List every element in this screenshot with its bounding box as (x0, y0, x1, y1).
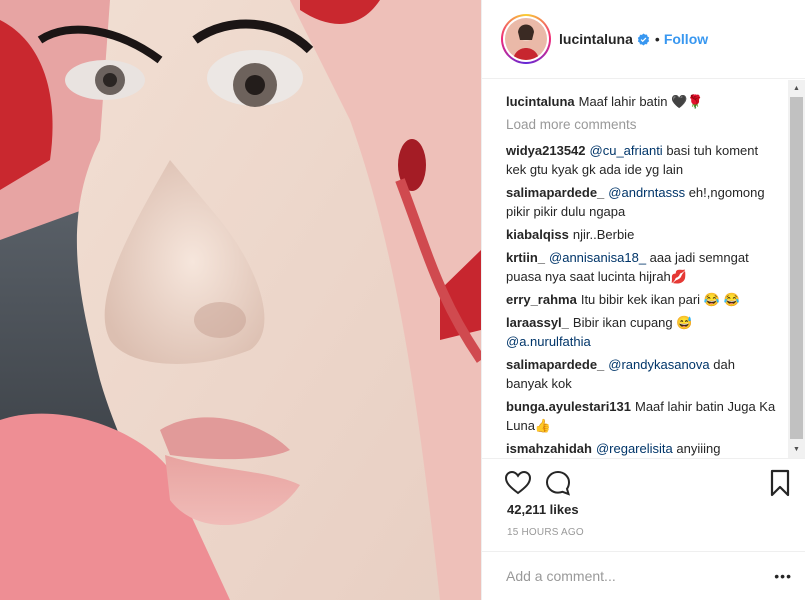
list-item: ismahzahidah @regarelisita anyiiing (506, 439, 780, 458)
list-item: salimapardede_ @andrntasss eh!,ngomong pi… (506, 183, 780, 221)
post-photo[interactable] (0, 0, 481, 600)
likes-count[interactable]: 42,211 likes (507, 502, 579, 517)
list-item: bunga.ayulestari131 Maaf lahir batin Juga… (506, 397, 780, 435)
follow-button[interactable]: Follow (664, 31, 708, 47)
comment-username[interactable]: widya213542 (506, 143, 586, 158)
comment-username[interactable]: kiabalqiss (506, 227, 569, 242)
list-item: kiabalqiss njir..Berbie (506, 225, 780, 244)
load-more-comments-button[interactable]: Load more comments (506, 115, 780, 134)
caption-text: Maaf lahir batin 🖤🌹 (578, 94, 704, 109)
comment-username[interactable]: bunga.ayulestari131 (506, 399, 631, 414)
post-side-panel: lucintaluna • Follow lucintaluna Maaf lah… (481, 0, 805, 600)
bookmark-icon[interactable] (768, 469, 792, 497)
comment-bubble-icon[interactable] (544, 469, 572, 497)
heart-icon[interactable] (504, 469, 532, 497)
comment-username[interactable]: laraassyl_ (506, 315, 569, 330)
list-item: widya213542 @cu_afrianti basi tuh koment … (506, 141, 780, 179)
username-link[interactable]: lucintaluna (559, 31, 633, 47)
scroll-up-arrow-icon[interactable]: ▲ (788, 80, 805, 97)
post-image (0, 0, 481, 600)
scroll-down-arrow-icon[interactable]: ▼ (788, 441, 805, 458)
separator-dot: • (654, 31, 660, 47)
comment-text: njir..Berbie (572, 227, 635, 242)
post-actions (482, 458, 805, 502)
comment-mention[interactable]: @cu_afrianti (590, 143, 663, 158)
comment-text: anyiiing (672, 441, 721, 456)
comment-mention[interactable]: @a.nurulfathia (506, 334, 591, 349)
list-item: krtiin_ @annisanisa18_ aaa jadi semngat p… (506, 248, 780, 286)
comment-username[interactable]: krtiin_ (506, 250, 545, 265)
post-header: lucintaluna • Follow (482, 0, 805, 79)
scrollbar-thumb[interactable] (790, 97, 803, 439)
avatar (505, 18, 547, 60)
comment-username[interactable]: ismahzahidah (506, 441, 592, 456)
comment-mention[interactable]: @regarelisita (596, 441, 673, 456)
comment-mention[interactable]: @annisanisa18_ (549, 250, 646, 265)
comment-text: Bibir ikan cupang 😅 (572, 315, 693, 330)
comment-username[interactable]: salimapardede_ (506, 185, 604, 200)
post-timestamp[interactable]: 15 HOURS AGO (507, 527, 584, 538)
more-options-icon[interactable]: ••• (774, 568, 792, 584)
comment-input[interactable] (506, 568, 756, 584)
list-item: erry_rahma Itu bibir kek ikan pari 😂 😂 (506, 290, 780, 309)
verified-badge-icon (637, 33, 650, 46)
instagram-post-view: lucintaluna • Follow lucintaluna Maaf lah… (0, 0, 805, 600)
caption: lucintaluna Maaf lahir batin 🖤🌹 (506, 92, 780, 111)
add-comment-bar: ••• (482, 551, 805, 600)
comment-text: Itu bibir kek ikan pari 😂 😂 (580, 292, 740, 307)
avatar-story-ring[interactable] (501, 14, 551, 64)
comment-username[interactable]: salimapardede_ (506, 357, 604, 372)
comments-scrollbar[interactable]: ▲ ▼ (788, 80, 805, 458)
comment-mention[interactable]: @andrntasss (608, 185, 685, 200)
comments-list[interactable]: lucintaluna Maaf lahir batin 🖤🌹 Load more… (482, 80, 805, 458)
comment-mention[interactable]: @randykasanova (608, 357, 709, 372)
list-item: salimapardede_ @randykasanova dah banyak … (506, 355, 780, 393)
comment-username[interactable]: erry_rahma (506, 292, 577, 307)
list-item: laraassyl_ Bibir ikan cupang 😅 @a.nurulfa… (506, 313, 780, 351)
caption-username[interactable]: lucintaluna (506, 94, 575, 109)
